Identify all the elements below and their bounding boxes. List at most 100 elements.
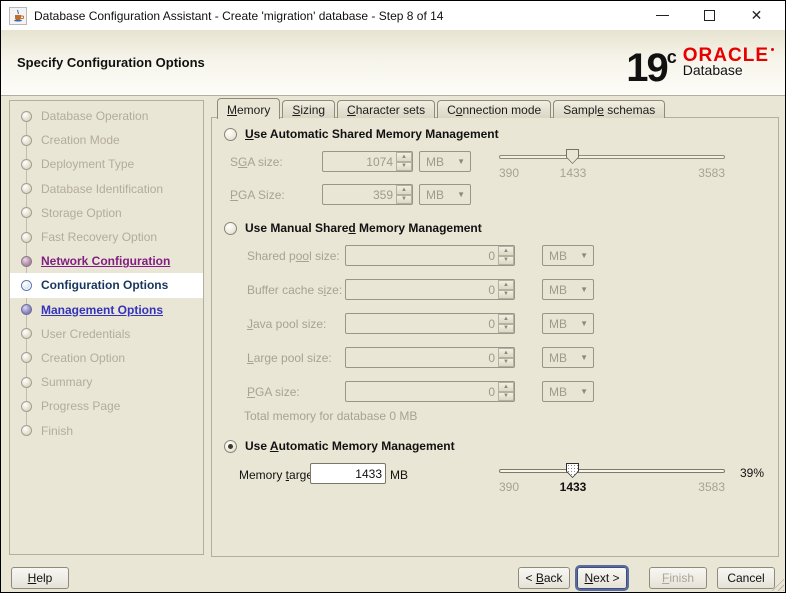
sidebar-item-finish: Finish — [10, 418, 203, 442]
radio-automatic-memory[interactable] — [224, 440, 237, 453]
wizard-steps-panel: Database Operation Creation Mode Deploym… — [9, 100, 204, 555]
manual-pga-size-label: PGA size: — [247, 385, 300, 399]
step-dot — [21, 376, 32, 388]
sidebar-item-database-identification: Database Identification — [10, 177, 203, 201]
sga-unit-combo: MB ▼ — [419, 151, 471, 172]
java-icon — [9, 6, 27, 25]
help-button[interactable]: Help — [11, 567, 69, 589]
dbca-window: Database Configuration Assistant - Creat… — [0, 0, 786, 593]
java-pool-size-label: Java pool size: — [247, 317, 327, 331]
buffer-cache-unit-combo: MB ▼ — [542, 279, 594, 300]
close-icon[interactable]: ✕ — [750, 8, 763, 22]
spinner-up-icon: ▲ — [498, 314, 514, 324]
spinner-up-icon: ▲ — [498, 348, 514, 358]
maximize-icon[interactable] — [703, 9, 716, 22]
sga-slider-track — [499, 155, 725, 159]
step-dot — [21, 352, 32, 364]
chevron-down-icon: ▼ — [457, 190, 465, 199]
header-banner: Specify Configuration Options 19c ORACLE… — [1, 30, 785, 96]
cancel-button[interactable]: Cancel — [717, 567, 775, 589]
chevron-down-icon: ▼ — [580, 319, 588, 328]
spinner-down-icon: ▼ — [498, 289, 514, 299]
minimize-icon[interactable] — [656, 9, 669, 22]
amm-slider-min: 390 — [499, 480, 520, 494]
sga-size-field: 1074 ▲ ▼ — [322, 151, 413, 172]
spinner-down-icon: ▼ — [498, 323, 514, 333]
large-pool-size-label: Large pool size: — [247, 351, 332, 365]
shared-pool-size-label: Shared pool size: — [247, 249, 340, 263]
sidebar-item-creation-mode: Creation Mode — [10, 128, 203, 152]
spinner-down-icon: ▼ — [498, 391, 514, 401]
shared-pool-unit-combo: MB ▼ — [542, 245, 594, 266]
large-pool-size-field: 0 ▲ ▼ — [345, 347, 515, 368]
pga-size-spinner: ▲ ▼ — [396, 185, 412, 204]
sidebar-item-network-configuration[interactable]: Network Configuration — [10, 249, 203, 273]
memory-target-label: Memory target: — [239, 468, 320, 482]
buffer-cache-size-field: 0 ▲ ▼ — [345, 279, 515, 300]
radio-automatic-shared-memory[interactable] — [224, 128, 237, 141]
back-button[interactable]: < Back — [518, 567, 570, 589]
sidebar-item-user-credentials: User Credentials — [10, 322, 203, 346]
memory-target-slider-thumb[interactable] — [566, 463, 579, 478]
step-dot — [21, 304, 32, 316]
next-button[interactable]: Next > — [577, 567, 627, 589]
pga-size-label: PGA Size: — [230, 188, 285, 202]
sidebar-item-database-operation: Database Operation — [10, 104, 203, 128]
sidebar-item-storage-option: Storage Option — [10, 201, 203, 225]
sga-slider-current: 1433 — [559, 166, 587, 180]
chevron-down-icon: ▼ — [580, 251, 588, 260]
radio-automatic-memory-label: Use Automatic Memory Management — [245, 439, 455, 453]
radio-manual-shared-memory[interactable] — [224, 222, 237, 235]
sga-slider-min: 390 — [499, 166, 520, 180]
spinner-up-icon: ▲ — [396, 152, 412, 162]
sidebar-item-deployment-type: Deployment Type — [10, 152, 203, 176]
pga-size-field: 359 ▲ ▼ — [322, 184, 413, 205]
oracle-brand: ORACLE — [682, 44, 775, 66]
chevron-down-icon: ▼ — [580, 387, 588, 396]
spinner-down-icon: ▼ — [396, 194, 412, 204]
sidebar-item-fast-recovery-option: Fast Recovery Option — [10, 225, 203, 249]
memory-target-input[interactable]: 1433 — [310, 463, 386, 484]
tab-sizing[interactable]: Sizing — [282, 100, 336, 118]
java-pool-unit-combo: MB ▼ — [542, 313, 594, 334]
chevron-down-icon: ▼ — [457, 157, 465, 166]
sga-size-spinner: ▲ ▼ — [396, 152, 412, 171]
tab-character-sets[interactable]: Character sets — [337, 100, 436, 118]
memory-target-unit: MB — [390, 468, 408, 482]
spinner-down-icon: ▼ — [396, 161, 412, 171]
spinner-down-icon: ▼ — [498, 357, 514, 367]
step-dot — [21, 207, 32, 219]
tab-connection-mode[interactable]: Connection mode — [437, 100, 552, 118]
step-dot — [21, 400, 32, 412]
memory-target-slider-track[interactable] — [499, 469, 725, 473]
tab-sample-schemas[interactable]: Sample schemas — [553, 100, 666, 118]
spinner-up-icon: ▲ — [498, 246, 514, 256]
memory-tab-panel: Use Automatic Shared Memory Management S… — [211, 117, 779, 557]
step-dot — [21, 328, 32, 340]
spinner-up-icon: ▲ — [396, 185, 412, 195]
step-dot — [21, 279, 32, 291]
sidebar-item-creation-option: Creation Option — [10, 346, 203, 370]
sga-size-label: SGA size: — [230, 155, 283, 169]
chevron-down-icon: ▼ — [580, 285, 588, 294]
config-tabs: Memory Sizing Character sets Connection … — [217, 97, 666, 119]
chevron-down-icon: ▼ — [580, 353, 588, 362]
radio-automatic-shared-memory-label: Use Automatic Shared Memory Management — [245, 127, 499, 141]
amm-slider-current: 1433 — [559, 480, 587, 494]
memory-percent-value: 39% — [740, 466, 765, 480]
sga-slider-max: 3583 — [698, 166, 725, 180]
total-memory-text: Total memory for database 0 MB — [244, 409, 418, 423]
oracle-19c-logo: 19c ORACLE Database — [626, 44, 775, 90]
sidebar-item-management-options[interactable]: Management Options — [10, 298, 203, 322]
title-bar: Database Configuration Assistant - Creat… — [1, 1, 785, 30]
sidebar-item-summary: Summary — [10, 370, 203, 394]
manual-pga-size-field: 0 ▲ ▼ — [345, 381, 515, 402]
amm-slider-max: 3583 — [698, 480, 725, 494]
spinner-up-icon: ▲ — [498, 280, 514, 290]
java-pool-size-field: 0 ▲ ▼ — [345, 313, 515, 334]
window-title: Database Configuration Assistant - Creat… — [34, 8, 444, 23]
step-dot — [21, 158, 32, 170]
step-dot — [21, 231, 32, 243]
tab-memory[interactable]: Memory — [217, 98, 281, 119]
radio-manual-shared-memory-label: Use Manual Shared Memory Management — [245, 221, 482, 235]
